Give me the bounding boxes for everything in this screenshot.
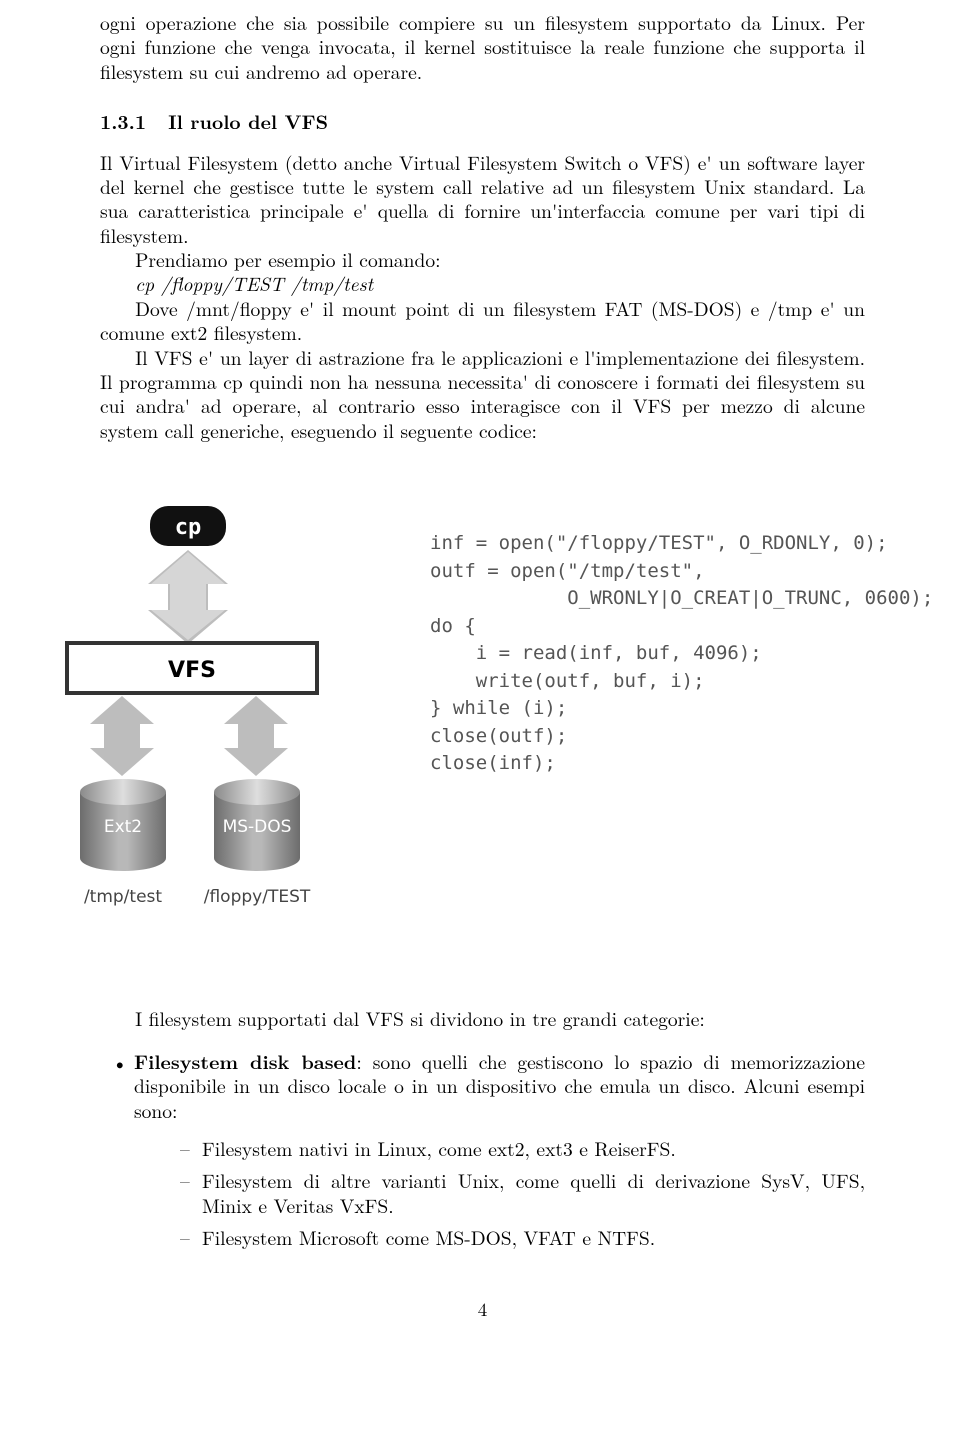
body-paragraph-2: Il VFS e' un layer di astrazione fra le … [100,345,865,443]
example-command: cp /floppy/TEST /tmp/test [100,271,865,295]
intro-paragraph: ogni operazione che sia possibile compie… [100,10,865,83]
cp-label: cp [175,515,202,540]
subcategory-list: Filesystem nativi in Linux, come ext2, e… [134,1136,865,1250]
section-title: Il ruolo del VFS [168,107,328,135]
category-list: Filesystem disk based: sono quelli che g… [100,1049,865,1250]
category-item-disk: Filesystem disk based: sono quelli che g… [100,1049,865,1250]
figure-code: inf = open("/floppy/TEST", O_RDONLY, 0);… [430,530,933,778]
page-number: 4 [100,1297,865,1321]
subcategory-item: Filesystem Microsoft come MS-DOS, VFAT e… [134,1225,865,1249]
figure: cp VFS [100,502,865,926]
fs-path-tmp: /tmp/test [84,887,162,907]
fs-label-msdos: MS-DOS [223,817,292,837]
fs-path-floppy: /floppy/TEST [204,887,311,907]
figure-diagram: cp VFS [60,502,370,926]
fs-label-ext2: Ext2 [104,817,142,837]
vfs-label: VFS [168,658,216,683]
categories-intro: I filesystem supportati dal VFS si divid… [100,1006,865,1030]
subcategory-item: Filesystem di altre varianti Unix, come … [134,1168,865,1217]
example-intro: Prendiamo per esempio il comando: [100,247,865,271]
section-heading: 1.3.1 Il ruolo del VFS [100,109,865,133]
section-number: 1.3.1 [100,109,146,133]
example-desc: Dove /mnt/floppy e' il mount point di un… [100,296,865,345]
document-page: ogni operazione che sia possibile compie… [0,0,960,1351]
body-paragraph-1: Il Virtual Filesystem (detto anche Virtu… [100,150,865,248]
subcategory-item: Filesystem nativi in Linux, come ext2, e… [134,1136,865,1160]
